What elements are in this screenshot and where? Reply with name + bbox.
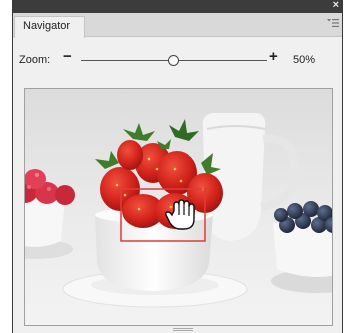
zoom-in-button[interactable]: + — [269, 48, 278, 65]
zoom-slider-thumb[interactable] — [168, 55, 179, 66]
panel-menu-icon[interactable] — [327, 18, 339, 28]
preview-image — [25, 89, 332, 325]
blueberry-bowl — [271, 201, 332, 293]
navigator-panel: × Navigator Zoom: − + 50% — [12, 0, 343, 333]
tab-navigator[interactable]: Navigator — [14, 16, 85, 38]
resize-grip[interactable] — [173, 328, 193, 331]
close-icon[interactable]: × — [333, 0, 339, 12]
zoom-out-button[interactable]: − — [63, 48, 72, 65]
zoom-label: Zoom: — [19, 54, 51, 66]
zoom-percentage: 50% — [293, 54, 316, 66]
zoom-controls: Zoom: − + 50% — [13, 44, 342, 76]
navigator-preview[interactable] — [24, 88, 333, 326]
tab-bar: Navigator — [13, 13, 342, 38]
panel-title-bar[interactable]: × — [13, 0, 342, 13]
